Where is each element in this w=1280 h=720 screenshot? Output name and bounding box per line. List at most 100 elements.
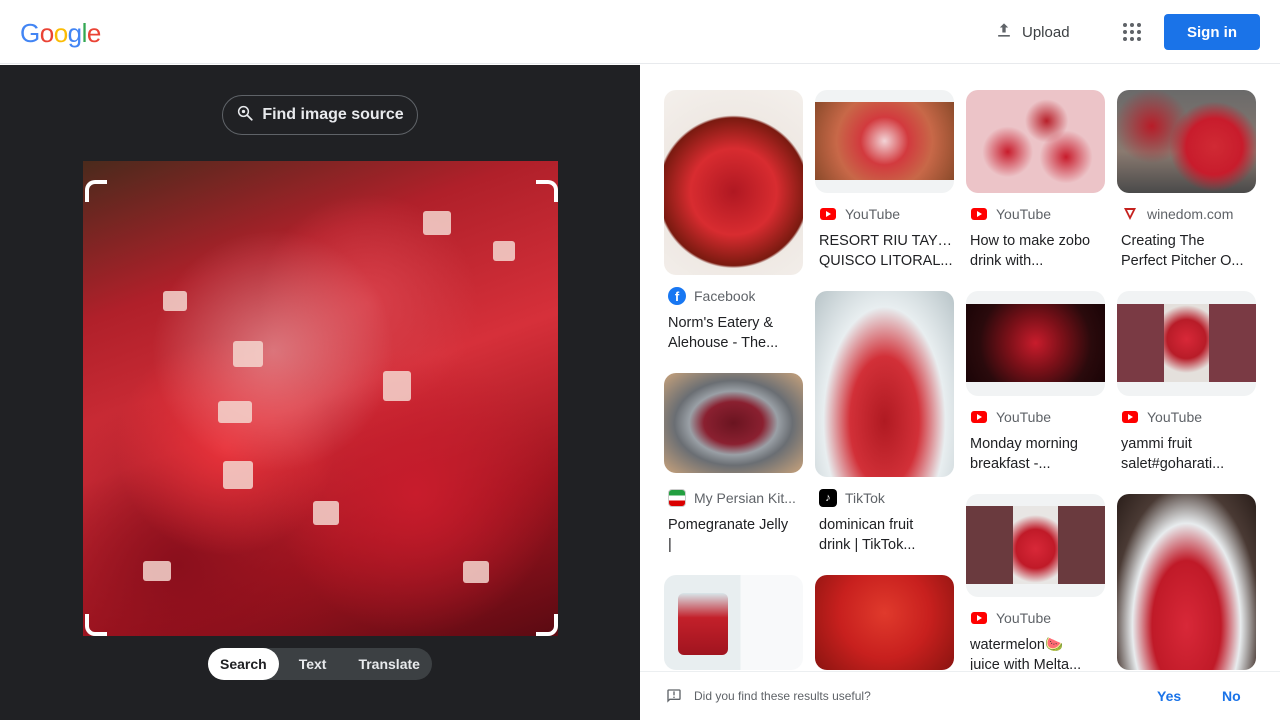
logo-letter: o: [53, 18, 68, 48]
youtube-icon: [970, 408, 988, 426]
youtube-icon: [970, 609, 988, 627]
fruit-chunk: [143, 561, 171, 581]
logo-letter: g: [67, 18, 82, 48]
upload-label: Upload: [1022, 23, 1070, 41]
result-thumbnail[interactable]: [815, 575, 954, 670]
fruit-chunk: [383, 371, 411, 401]
result-source: f Facebook: [668, 287, 803, 305]
fruit-chunk: [493, 241, 515, 261]
feedback-icon: [666, 688, 682, 709]
source-name: YouTube: [996, 610, 1052, 626]
title-line: yammi fruit: [1121, 436, 1192, 452]
source-name: TikTok: [845, 490, 885, 506]
source-name: YouTube: [1147, 409, 1203, 425]
fruit-chunk: [313, 501, 339, 525]
crop-handle-bottom-left[interactable]: [85, 614, 107, 636]
result-thumbnail[interactable]: [966, 90, 1105, 193]
title-line: Alehouse - The...: [668, 335, 779, 351]
result-title[interactable]: Pomegranate Jelly |: [668, 515, 803, 555]
result-thumbnail[interactable]: [1117, 291, 1256, 396]
title-line: breakfast -...: [970, 456, 1051, 472]
crop-handle-top-right[interactable]: [536, 180, 558, 202]
feedback-question: Did you find these results useful?: [694, 689, 871, 703]
thumbnail-image: [1013, 506, 1058, 584]
result-source: YouTube: [970, 609, 1105, 627]
pitcher-image: [678, 593, 728, 655]
crop-handle-bottom-right[interactable]: [536, 614, 558, 636]
tab-translate[interactable]: Translate: [346, 648, 431, 680]
lens-query-panel: Find image source Search Text Translate: [0, 65, 640, 720]
result-source: ♪ TikTok: [819, 489, 954, 507]
result-title[interactable]: dominican fruit drink | TikTok...: [819, 515, 954, 555]
youtube-icon: [1121, 408, 1139, 426]
feedback-bar: Did you find these results useful? Yes N…: [640, 671, 1280, 720]
title-line: dominican fruit: [819, 517, 914, 533]
find-image-source-label: Find image source: [262, 106, 404, 123]
lens-mode-tabs: Search Text Translate: [208, 648, 432, 680]
source-name: YouTube: [996, 206, 1052, 222]
fruit-chunk: [233, 341, 263, 367]
source-name: My Persian Kit...: [694, 490, 796, 506]
source-name: Facebook: [694, 288, 756, 304]
title-line: RESORT RIU TAY EL: [819, 233, 954, 249]
fruit-chunk: [423, 211, 451, 235]
apps-grid-icon[interactable]: [1116, 16, 1148, 48]
fruit-chunk: [463, 561, 489, 583]
google-logo[interactable]: Google: [20, 18, 101, 49]
result-title[interactable]: How to make zobo drink with...: [970, 231, 1105, 271]
title-line: drink with...: [970, 253, 1044, 269]
fruit-chunk: [163, 291, 187, 311]
lens-search-icon: [236, 104, 254, 127]
result-thumbnail[interactable]: [815, 90, 954, 193]
thumbnail-image: [966, 304, 1105, 382]
find-image-source-button[interactable]: Find image source: [222, 95, 418, 135]
query-image[interactable]: [83, 161, 558, 636]
result-thumbnail[interactable]: [664, 90, 803, 275]
crop-handle-top-left[interactable]: [85, 180, 107, 202]
result-thumbnail[interactable]: [966, 291, 1105, 396]
feedback-no-button[interactable]: No: [1222, 688, 1241, 704]
result-thumbnail[interactable]: [664, 575, 803, 670]
source-name: YouTube: [996, 409, 1052, 425]
result-source: YouTube: [1121, 408, 1256, 426]
source-name: winedom.com: [1147, 206, 1234, 222]
thumbnail-image: [1164, 304, 1209, 382]
result-source: winedom.com: [1121, 205, 1256, 223]
facebook-icon: f: [668, 287, 686, 305]
tab-text[interactable]: Text: [279, 648, 347, 680]
upload-button[interactable]: Upload: [986, 14, 1078, 50]
title-line: Monday morning: [970, 436, 1078, 452]
header: Google Upload Sign in: [0, 0, 1280, 64]
fruit-chunk: [223, 461, 253, 489]
result-source: YouTube: [819, 205, 954, 223]
result-thumbnail[interactable]: [966, 494, 1105, 597]
title-line: salet#goharati...: [1121, 456, 1225, 472]
tab-search[interactable]: Search: [208, 648, 279, 680]
result-title[interactable]: Norm's Eatery & Alehouse - The...: [668, 313, 803, 353]
result-title[interactable]: Monday morning breakfast -...: [970, 434, 1105, 474]
winedom-icon: [1121, 205, 1139, 223]
sign-in-button[interactable]: Sign in: [1164, 14, 1260, 50]
result-source: YouTube: [970, 408, 1105, 426]
mypersian-icon: [668, 489, 686, 507]
logo-letter: e: [86, 18, 101, 48]
fruit-chunk: [218, 401, 252, 423]
logo-letter: o: [39, 18, 54, 48]
result-thumbnail[interactable]: [1117, 494, 1256, 670]
logo-letter: G: [20, 18, 40, 48]
result-title[interactable]: Creating The Perfect Pitcher O...: [1121, 231, 1256, 271]
feedback-yes-button[interactable]: Yes: [1157, 688, 1181, 704]
title-line: Pomegranate Jelly: [668, 517, 789, 533]
title-line: juice with Melta...: [970, 657, 1082, 670]
result-title[interactable]: yammi fruit salet#goharati...: [1121, 434, 1256, 474]
result-thumbnail[interactable]: [1117, 90, 1256, 193]
source-name: YouTube: [845, 206, 901, 222]
result-source: YouTube: [970, 205, 1105, 223]
result-title[interactable]: watermelon🍉 juice with Melta...: [970, 635, 1105, 670]
result-thumbnail[interactable]: [815, 291, 954, 477]
result-thumbnail[interactable]: [664, 373, 803, 473]
result-title[interactable]: RESORT RIU TAY EL QUISCO LITORAL...: [819, 231, 954, 271]
youtube-icon: [970, 205, 988, 223]
thumbnail-image: [815, 102, 954, 180]
title-line: watermelon🍉: [970, 637, 1064, 653]
